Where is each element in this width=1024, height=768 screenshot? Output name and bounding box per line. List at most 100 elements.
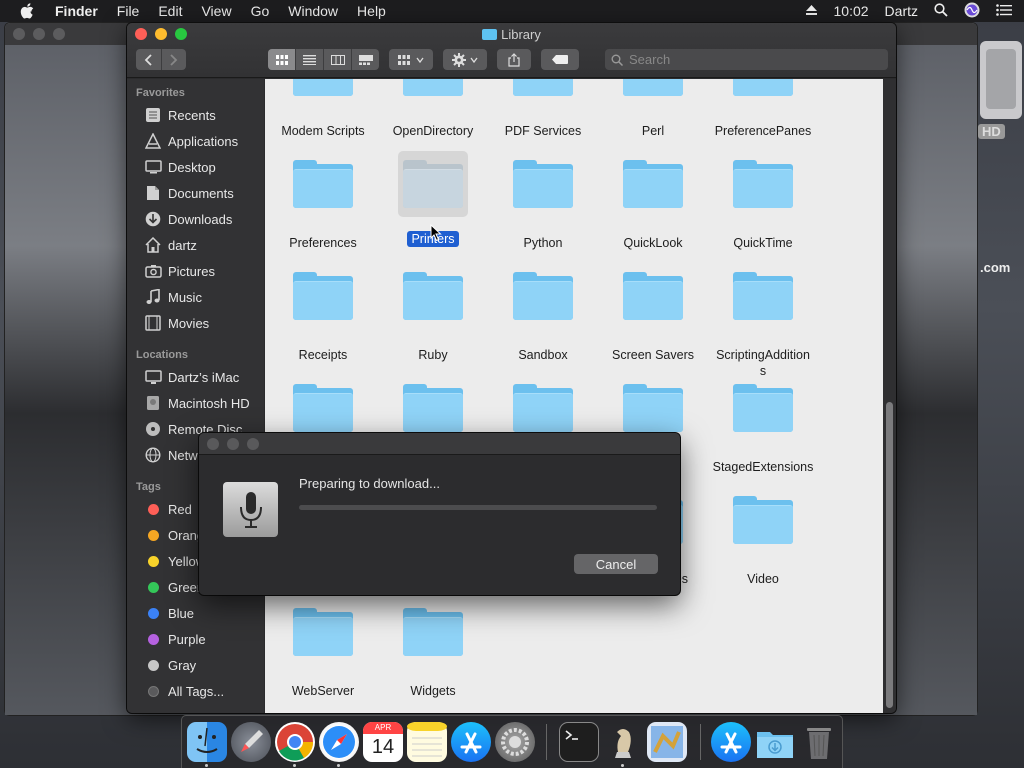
list-view-button[interactable] xyxy=(295,49,323,70)
downloads-folder-dock-icon[interactable] xyxy=(755,722,795,762)
folder-ruby[interactable]: Ruby xyxy=(378,263,488,363)
mouse-pointer-icon xyxy=(430,224,442,242)
sidebar-item-home[interactable]: dartz xyxy=(144,235,264,255)
trash-dock-icon[interactable] xyxy=(799,722,839,762)
sidebar-tag-all[interactable]: All Tags... xyxy=(144,681,264,701)
tag-button[interactable] xyxy=(541,49,579,70)
menu-view[interactable]: View xyxy=(201,3,231,19)
folder-sandbox[interactable]: Sandbox xyxy=(488,263,598,363)
chrome-dock-icon[interactable] xyxy=(275,722,315,762)
eject-icon[interactable] xyxy=(805,3,818,19)
folder-quicklook[interactable]: QuickLook xyxy=(598,151,708,251)
column-view-button[interactable] xyxy=(323,49,351,70)
search-field[interactable]: Search xyxy=(605,49,888,70)
globe-icon xyxy=(144,447,162,463)
user-name[interactable]: Dartz xyxy=(885,3,918,19)
notification-center-icon[interactable] xyxy=(996,3,1012,19)
all-tags-dot xyxy=(147,685,159,697)
folder-receipts[interactable]: Receipts xyxy=(268,263,378,363)
folder-scriptingadditions[interactable]: ScriptingAdditions xyxy=(708,263,818,379)
folder-hidden-3[interactable] xyxy=(488,375,598,441)
forward-button[interactable] xyxy=(160,49,187,70)
menu-go[interactable]: Go xyxy=(251,3,270,19)
chrome-running-indicator xyxy=(293,764,296,767)
sidebar-item-documents[interactable]: Documents xyxy=(144,183,264,203)
terminal-dock-icon[interactable] xyxy=(559,722,599,762)
folder-perl[interactable]: Perl xyxy=(598,79,708,139)
safari-dock-icon[interactable] xyxy=(319,722,359,762)
launchpad-dock-icon[interactable] xyxy=(231,722,271,762)
dock-separator xyxy=(546,724,547,760)
desktop-com-label: .com xyxy=(980,260,1011,275)
dialog-close-button[interactable] xyxy=(207,438,219,450)
folder-stagedextensions[interactable]: StagedExtensions xyxy=(708,375,818,475)
sidebar-item-recents[interactable]: Recents xyxy=(144,105,264,125)
folder-screen-savers[interactable]: Screen Savers xyxy=(598,263,708,363)
app-store-dock-icon[interactable] xyxy=(451,722,491,762)
icon-view-button[interactable] xyxy=(268,49,295,70)
dialog-message: Preparing to download... xyxy=(299,476,440,491)
dock: APR 14 xyxy=(181,715,843,768)
scrollbar-thumb[interactable] xyxy=(886,402,893,708)
dialog-minimize-button[interactable] xyxy=(227,438,239,450)
menu-finder[interactable]: Finder xyxy=(55,3,98,19)
dock-separator-2 xyxy=(700,724,701,760)
clock[interactable]: 10:02 xyxy=(834,3,869,19)
folder-webserver[interactable]: WebServer xyxy=(268,599,378,699)
sidebar-item-applications[interactable]: Applications xyxy=(144,131,264,151)
folder-video[interactable]: Video xyxy=(708,487,818,587)
folder-hidden-4[interactable] xyxy=(598,375,708,441)
folder-preferencepanes[interactable]: PreferencePanes xyxy=(708,79,818,139)
calendar-dock-icon[interactable]: APR 14 xyxy=(363,722,403,762)
folder-quicktime[interactable]: QuickTime xyxy=(708,151,818,251)
desktop-hd-icon[interactable] xyxy=(978,35,1024,125)
sidebar-item-movies[interactable]: Movies xyxy=(144,313,264,333)
apple-menu-icon[interactable] xyxy=(20,3,38,19)
sidebar-item-macintosh-hd[interactable]: Macintosh HD xyxy=(144,393,264,413)
sidebar-item-pictures[interactable]: Pictures xyxy=(144,261,264,281)
system-preferences-dock-icon[interactable] xyxy=(495,722,535,762)
file-grid: Modem Scripts OpenDirectory PDF Services… xyxy=(265,79,883,713)
microphone-icon xyxy=(223,482,278,537)
spotlight-icon[interactable] xyxy=(934,2,948,20)
app-store-download-dock-icon[interactable] xyxy=(711,722,751,762)
menu-edit[interactable]: Edit xyxy=(158,3,182,19)
sidebar-tag-blue[interactable]: Blue xyxy=(144,603,264,623)
sidebar-tag-purple[interactable]: Purple xyxy=(144,629,264,649)
folder-icon xyxy=(482,29,498,40)
folder-hidden-1[interactable] xyxy=(268,375,378,441)
folder-modem-scripts[interactable]: Modem Scripts xyxy=(268,79,378,139)
share-button[interactable] xyxy=(497,49,531,70)
notes-dock-icon[interactable] xyxy=(407,722,447,762)
menu-window[interactable]: Window xyxy=(288,3,338,19)
folder-python[interactable]: Python xyxy=(488,151,598,251)
folder-hidden-2[interactable] xyxy=(378,375,488,441)
finder-window: Library Search Favorites Recents Applica… xyxy=(127,23,896,713)
vertical-scrollbar[interactable] xyxy=(883,79,896,713)
finder-dock-icon[interactable] xyxy=(187,722,227,762)
preview-dock-icon[interactable] xyxy=(647,722,687,762)
folder-preferences[interactable]: Preferences xyxy=(268,151,378,251)
folder-opendirectory[interactable]: OpenDirectory xyxy=(378,79,488,139)
chess-dock-icon[interactable] xyxy=(603,722,643,762)
sidebar-item-desktop[interactable]: Desktop xyxy=(144,157,264,177)
favorites-header: Favorites xyxy=(136,87,185,99)
siri-icon[interactable] xyxy=(964,2,980,21)
desktop-icon xyxy=(144,159,162,175)
sidebar-item-imac[interactable]: Dartz’s iMac xyxy=(144,367,264,387)
group-button[interactable] xyxy=(389,49,433,70)
action-button[interactable] xyxy=(443,49,487,70)
menu-help[interactable]: Help xyxy=(357,3,386,19)
sidebar-item-music[interactable]: Music xyxy=(144,287,264,307)
recents-icon xyxy=(144,107,162,123)
folder-widgets[interactable]: Widgets xyxy=(378,599,488,699)
sidebar-tag-gray[interactable]: Gray xyxy=(144,655,264,675)
sidebar-item-downloads[interactable]: Downloads xyxy=(144,209,264,229)
cancel-button[interactable]: Cancel xyxy=(574,554,658,574)
folder-pdf-services[interactable]: PDF Services xyxy=(488,79,598,139)
menu-file[interactable]: File xyxy=(117,3,140,19)
green-tag-dot xyxy=(147,581,159,593)
back-button[interactable] xyxy=(136,49,161,70)
dialog-zoom-button[interactable] xyxy=(247,438,259,450)
gallery-view-button[interactable] xyxy=(351,49,379,70)
